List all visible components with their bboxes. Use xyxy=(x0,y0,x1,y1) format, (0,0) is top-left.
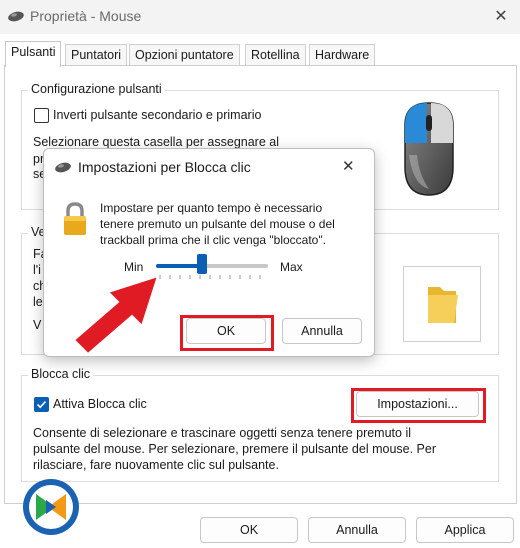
dialog-message-3: trackball prima che il clic venga "blocc… xyxy=(100,233,326,247)
ok-button[interactable]: OK xyxy=(200,517,298,543)
mouse-icon xyxy=(54,162,72,173)
tab-hardware[interactable]: Hardware xyxy=(309,44,376,66)
site-logo xyxy=(22,478,80,536)
swap-buttons-checkbox[interactable] xyxy=(34,108,49,123)
dialog-title: Impostazioni per Blocca clic xyxy=(78,159,251,175)
close-icon[interactable]: ✕ xyxy=(492,6,510,26)
dialog-message-2: tenere premuto un pulsante del mouse o d… xyxy=(100,217,335,231)
swap-buttons-label[interactable]: Inverti pulsante secondario e primario xyxy=(53,108,261,122)
delay-slider[interactable] xyxy=(156,253,268,283)
dialog-message-1: Impostare per quanto tempo è necessario xyxy=(100,201,323,215)
cancel-button[interactable]: Annulla xyxy=(308,517,406,543)
clicklock-description-1: Consente di selezionare e trascinare ogg… xyxy=(33,426,411,440)
lock-icon xyxy=(62,201,88,237)
slider-max-label: Max xyxy=(280,260,303,274)
dialog-cancel-button[interactable]: Annulla xyxy=(282,318,362,344)
clicklock-settings-button[interactable]: Impostazioni... xyxy=(356,391,479,417)
mouse-app-icon xyxy=(7,11,25,22)
tab-opzioni-puntatore[interactable]: Opzioni puntatore xyxy=(129,44,240,66)
clicklock-enable-label[interactable]: Attiva Blocca clic xyxy=(53,397,147,411)
test-folder-box[interactable] xyxy=(403,266,481,342)
clicklock-checkbox[interactable] xyxy=(34,397,49,412)
button-config-label: Configurazione pulsanti xyxy=(28,82,165,96)
clicklock-label: Blocca clic xyxy=(28,367,94,381)
tab-rotellina[interactable]: Rotellina xyxy=(245,44,306,66)
dialog-ok-button[interactable]: OK xyxy=(186,318,266,344)
doubleclick-text-frag4: le xyxy=(33,295,43,309)
window-title: Proprietà - Mouse xyxy=(30,8,142,24)
folder-icon xyxy=(428,287,458,323)
clicklock-description-2: pulsante del mouse. Per selezionare, pre… xyxy=(33,442,436,456)
doubleclick-text-frag2: l'i xyxy=(33,263,41,277)
button-config-description: Selezionare questa casella per assegnare… xyxy=(33,135,279,149)
doubleclick-text-frag5: V xyxy=(33,318,42,332)
mouse-illustration xyxy=(383,95,475,201)
tab-puntatori[interactable]: Puntatori xyxy=(65,44,128,66)
tab-pulsanti[interactable]: Pulsanti xyxy=(5,41,62,67)
apply-button[interactable]: Applica xyxy=(416,517,514,543)
dialog-close-icon[interactable]: ✕ xyxy=(342,157,355,175)
slider-thumb[interactable] xyxy=(196,254,207,274)
clicklock-description-3: rilasciare, fare nuovamente clic sul pul… xyxy=(33,458,279,472)
red-arrow-annotation xyxy=(66,262,166,362)
